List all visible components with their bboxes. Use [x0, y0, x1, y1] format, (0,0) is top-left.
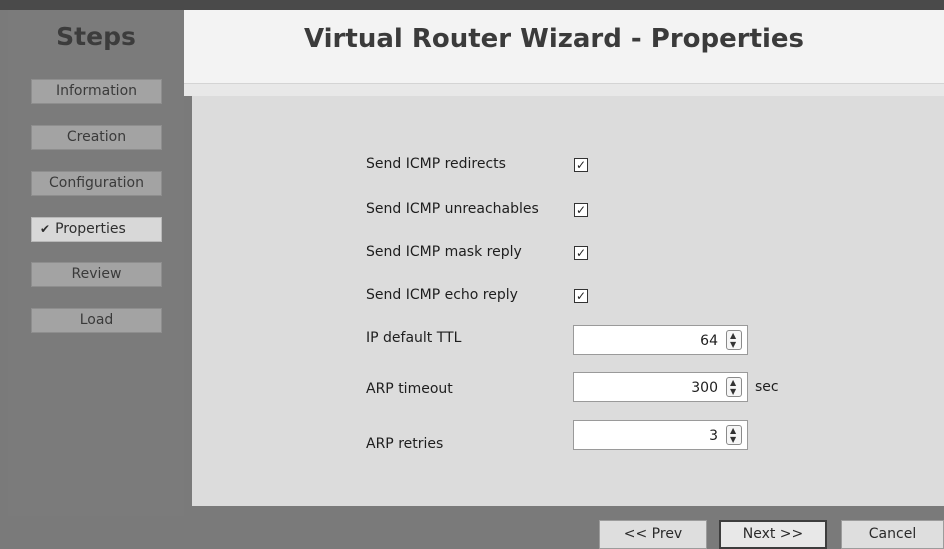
chevron-up-icon[interactable]: ▲	[730, 379, 736, 387]
checkmark-icon: ✓	[575, 289, 587, 303]
arp-retries-stepper: ▲ ▼	[573, 420, 748, 450]
chevron-up-icon[interactable]: ▲	[730, 427, 736, 435]
chevron-down-icon[interactable]: ▼	[730, 341, 736, 349]
step-review[interactable]: Review	[31, 262, 162, 287]
send-icmp-echo-reply-checkbox[interactable]: ✓	[574, 289, 588, 303]
step-label: Configuration	[49, 175, 144, 191]
arp-retries-spin-buttons[interactable]: ▲ ▼	[726, 425, 742, 445]
ip-default-ttl-input[interactable]	[576, 328, 720, 354]
send-icmp-redirects-checkbox[interactable]: ✓	[574, 158, 588, 172]
arp-timeout-input[interactable]	[576, 375, 720, 401]
arp-timeout-spin-buttons[interactable]: ▲ ▼	[726, 377, 742, 397]
arp-retries-input[interactable]	[576, 423, 720, 449]
ip-default-ttl-label: IP default TTL	[366, 330, 462, 346]
arp-timeout-unit: sec	[755, 379, 779, 395]
step-creation[interactable]: Creation	[31, 125, 162, 150]
checkmark-icon: ✓	[575, 246, 587, 260]
step-information[interactable]: Information	[31, 79, 162, 104]
step-label: Review	[71, 266, 122, 282]
page-title: Virtual Router Wizard - Properties	[303, 24, 805, 54]
arp-timeout-label: ARP timeout	[366, 381, 453, 397]
send-icmp-unreachables-label: Send ICMP unreachables	[366, 201, 539, 217]
send-icmp-unreachables-checkbox[interactable]: ✓	[574, 203, 588, 217]
cancel-button[interactable]: Cancel	[841, 520, 944, 549]
step-load[interactable]: Load	[31, 308, 162, 333]
step-label: Creation	[66, 129, 127, 145]
ip-default-ttl-stepper: ▲ ▼	[573, 325, 748, 355]
ip-default-ttl-spin-buttons[interactable]: ▲ ▼	[726, 330, 742, 350]
send-icmp-redirects-label: Send ICMP redirects	[366, 156, 506, 172]
chevron-up-icon[interactable]: ▲	[730, 332, 736, 340]
send-icmp-mask-reply-label: Send ICMP mask reply	[366, 244, 522, 260]
wizard-footer	[184, 516, 944, 549]
step-configuration[interactable]: Configuration	[31, 171, 162, 196]
send-icmp-echo-reply-label: Send ICMP echo reply	[366, 287, 518, 303]
arp-timeout-stepper: ▲ ▼	[573, 372, 748, 402]
checkmark-icon: ✓	[575, 203, 587, 217]
checkmark-icon: ✓	[575, 158, 587, 172]
chevron-down-icon[interactable]: ▼	[730, 388, 736, 396]
step-properties[interactable]: ✔ Properties	[31, 217, 162, 242]
arp-retries-label: ARP retries	[366, 436, 444, 452]
wizard-header: Virtual Router Wizard - Properties	[184, 10, 944, 84]
send-icmp-mask-reply-checkbox[interactable]: ✓	[574, 246, 588, 260]
sidebar-title: Steps	[56, 22, 136, 51]
step-label: Properties	[55, 221, 126, 237]
properties-panel	[192, 96, 944, 506]
step-label: Load	[79, 312, 114, 328]
steps-sidebar: Steps Information Creation Configuration…	[8, 10, 184, 516]
header-separator	[184, 84, 944, 96]
checkmark-icon: ✔	[40, 222, 51, 236]
next-button[interactable]: Next >>	[719, 520, 827, 549]
prev-button[interactable]: << Prev	[599, 520, 707, 549]
window-top-border	[0, 0, 944, 10]
step-label: Information	[55, 83, 138, 99]
chevron-down-icon[interactable]: ▼	[730, 436, 736, 444]
